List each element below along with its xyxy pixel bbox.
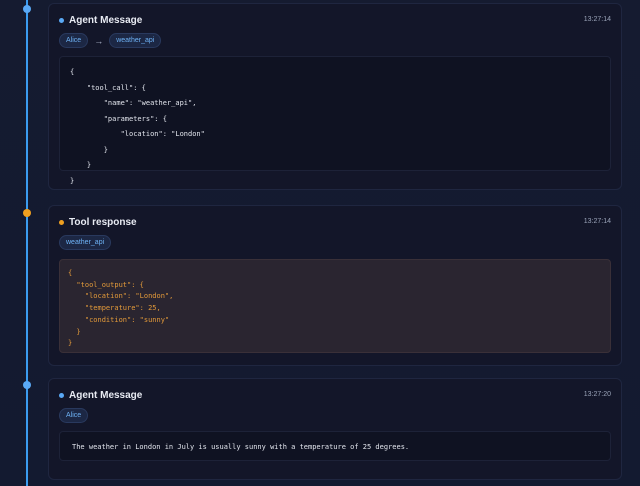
message-content: The weather in London in July is usually… bbox=[59, 431, 611, 461]
code-block: { "tool_call": { "name": "weather_api", … bbox=[59, 56, 611, 185]
event-timestamp: 13:27:14 bbox=[583, 16, 611, 23]
timeline-dot-agent bbox=[23, 381, 31, 389]
recipient-chip[interactable]: weather_api bbox=[109, 33, 162, 48]
event-timestamp: 13:27:20 bbox=[583, 391, 611, 398]
event-title: Agent Message bbox=[69, 15, 143, 26]
arrow-right-icon: → bbox=[94, 35, 104, 46]
sender-chip[interactable]: Alice bbox=[59, 33, 89, 48]
sender-chip[interactable]: weather_api bbox=[59, 235, 112, 250]
sender-chip[interactable]: Alice bbox=[59, 408, 89, 423]
timeline-dot-agent bbox=[23, 5, 31, 13]
timeline-line bbox=[26, 0, 28, 486]
timeline-dot-tool bbox=[23, 209, 31, 217]
event-title: Tool response bbox=[69, 217, 137, 228]
event-title: Agent Message bbox=[69, 390, 143, 401]
event-timestamp: 13:27:14 bbox=[583, 218, 611, 225]
bullet-icon bbox=[59, 393, 64, 398]
code-block: { "tool_output": { "location": "London",… bbox=[59, 259, 611, 353]
event-card-agent-message: Agent Message 13:27:20 Alice The weather… bbox=[48, 378, 622, 480]
bullet-icon bbox=[59, 220, 64, 225]
event-card-tool-response: Tool response 13:27:14 weather_api { "to… bbox=[48, 205, 622, 366]
bullet-icon bbox=[59, 18, 64, 23]
event-card-agent-message: Agent Message 13:27:14 Alice → weather_a… bbox=[48, 3, 622, 190]
